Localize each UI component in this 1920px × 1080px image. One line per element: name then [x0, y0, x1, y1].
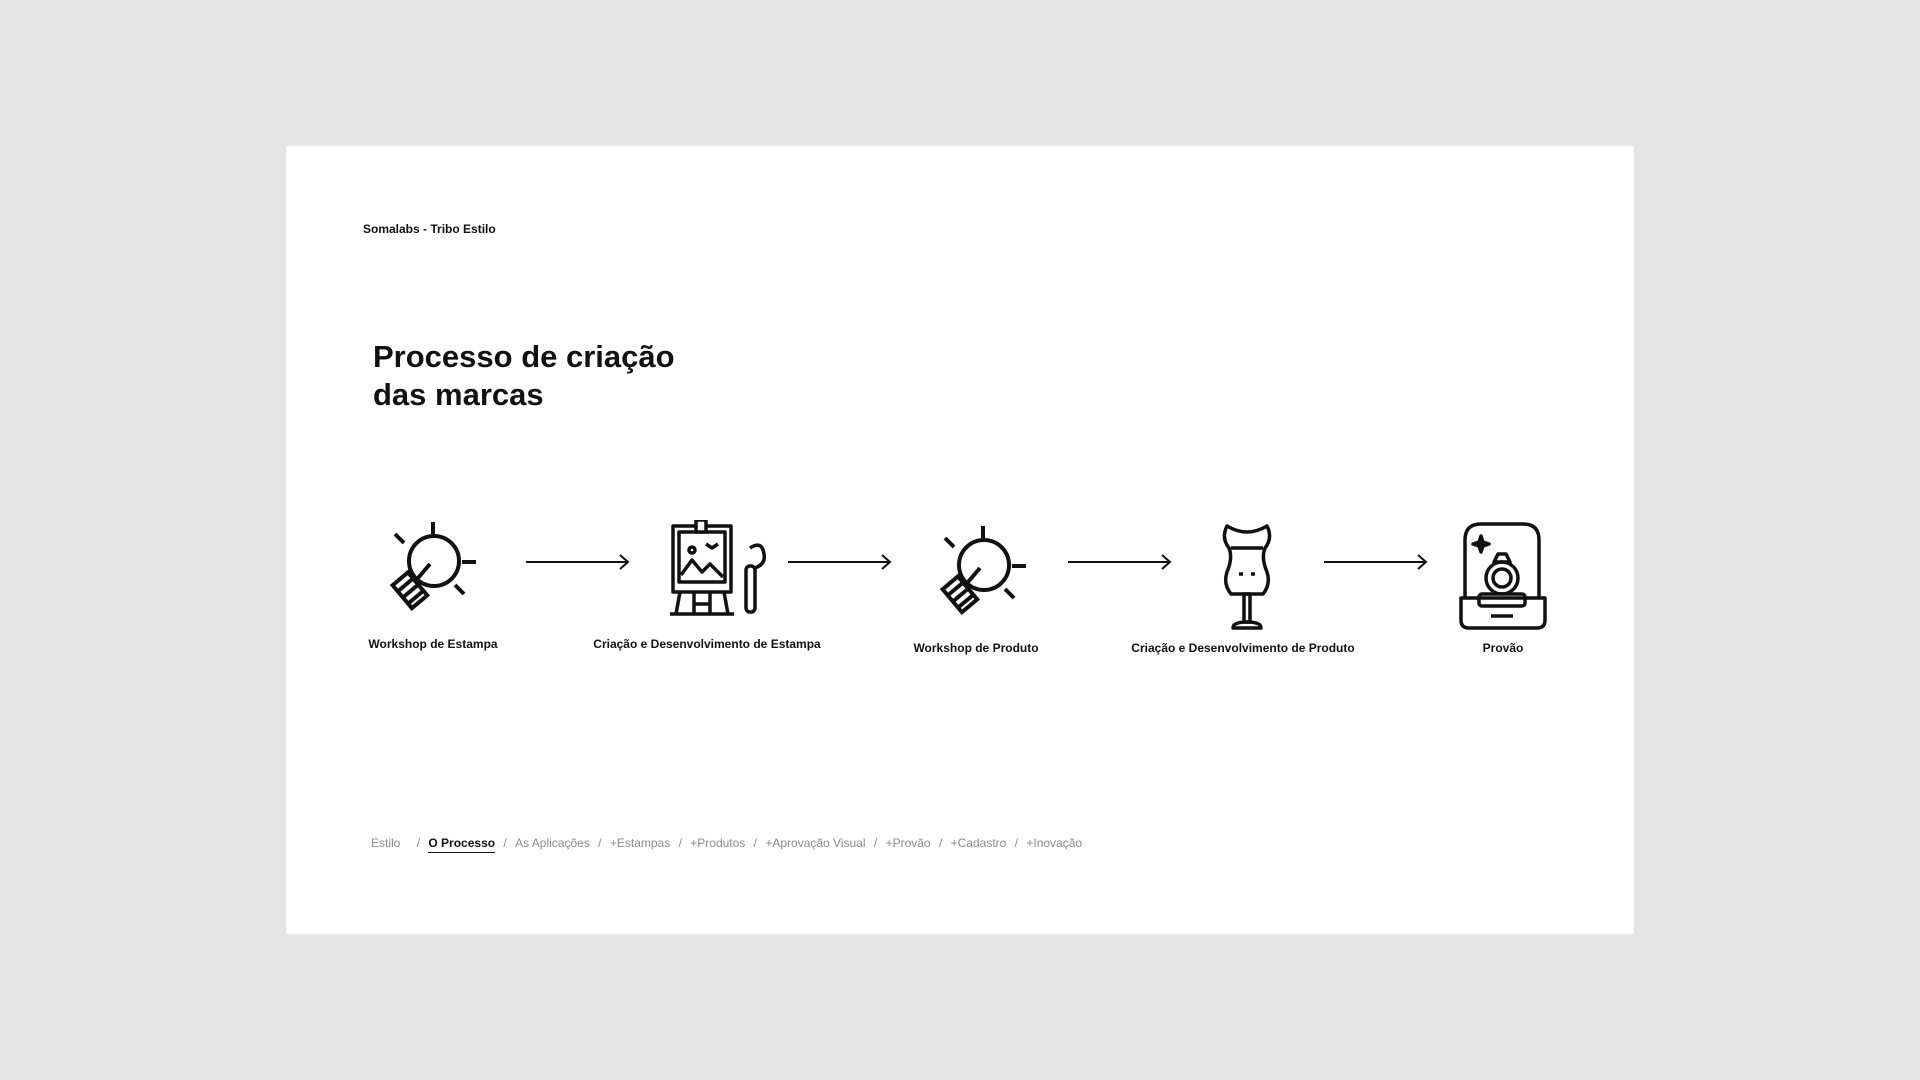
- nav-item-provao[interactable]: +Provão: [886, 836, 931, 850]
- nav-item-as-aplicacoes[interactable]: As Aplicações: [515, 836, 590, 850]
- nav-item-cadastro[interactable]: +Cadastro: [951, 836, 1007, 850]
- arrow-icon: [1068, 554, 1174, 570]
- step-label-workshop-produto: Workshop de Produto: [913, 641, 1039, 655]
- arrow-icon: [788, 554, 894, 570]
- step-label-criacao-produto: Criação e Desenvolvimento de Produto: [1131, 641, 1355, 655]
- light-bulb-icon: [378, 518, 488, 628]
- page-title: Processo de criação das marcas: [373, 338, 675, 414]
- nav-separator: /: [1014, 836, 1019, 850]
- nav-separator: /: [753, 836, 757, 850]
- mannequin-icon: [1217, 520, 1277, 632]
- page-title-line-1: Processo de criação: [373, 339, 675, 374]
- nav-separator: /: [598, 836, 602, 850]
- step-label-criacao-estampa: Criação e Desenvolvimento de Estampa: [593, 637, 821, 651]
- nav-separator: /: [678, 836, 682, 850]
- nav-item-aprovacao-visual[interactable]: +Aprovação Visual: [765, 836, 865, 850]
- nav-item-o-processo[interactable]: O Processo: [428, 836, 496, 853]
- page-title-line-2: das marcas: [373, 377, 544, 412]
- ring-box-icon: [1459, 522, 1549, 630]
- step-label-provao: Provão: [1482, 641, 1524, 655]
- breadcrumb-nav: Estilo / O Processo / As Aplicações / +E…: [371, 836, 1082, 853]
- nav-item-produtos[interactable]: +Produtos: [690, 836, 745, 850]
- light-bulb-icon: [928, 522, 1038, 632]
- nav-item-estampas[interactable]: +Estampas: [610, 836, 670, 850]
- brand-label: Somalabs - Tribo Estilo: [363, 222, 496, 236]
- nav-separator: /: [873, 836, 878, 850]
- easel-painting-icon: [670, 520, 770, 616]
- arrow-icon: [1324, 554, 1430, 570]
- nav-separator: /: [503, 836, 507, 850]
- nav-item-inovacao[interactable]: +Inovação: [1026, 836, 1082, 850]
- nav-separator: /: [416, 836, 421, 850]
- nav-item-estilo[interactable]: Estilo: [371, 836, 400, 850]
- slide: Somalabs - Tribo Estilo Processo de cria…: [286, 146, 1634, 934]
- step-label-workshop-estampa: Workshop de Estampa: [368, 637, 498, 651]
- arrow-icon: [526, 554, 632, 570]
- nav-separator: /: [938, 836, 943, 850]
